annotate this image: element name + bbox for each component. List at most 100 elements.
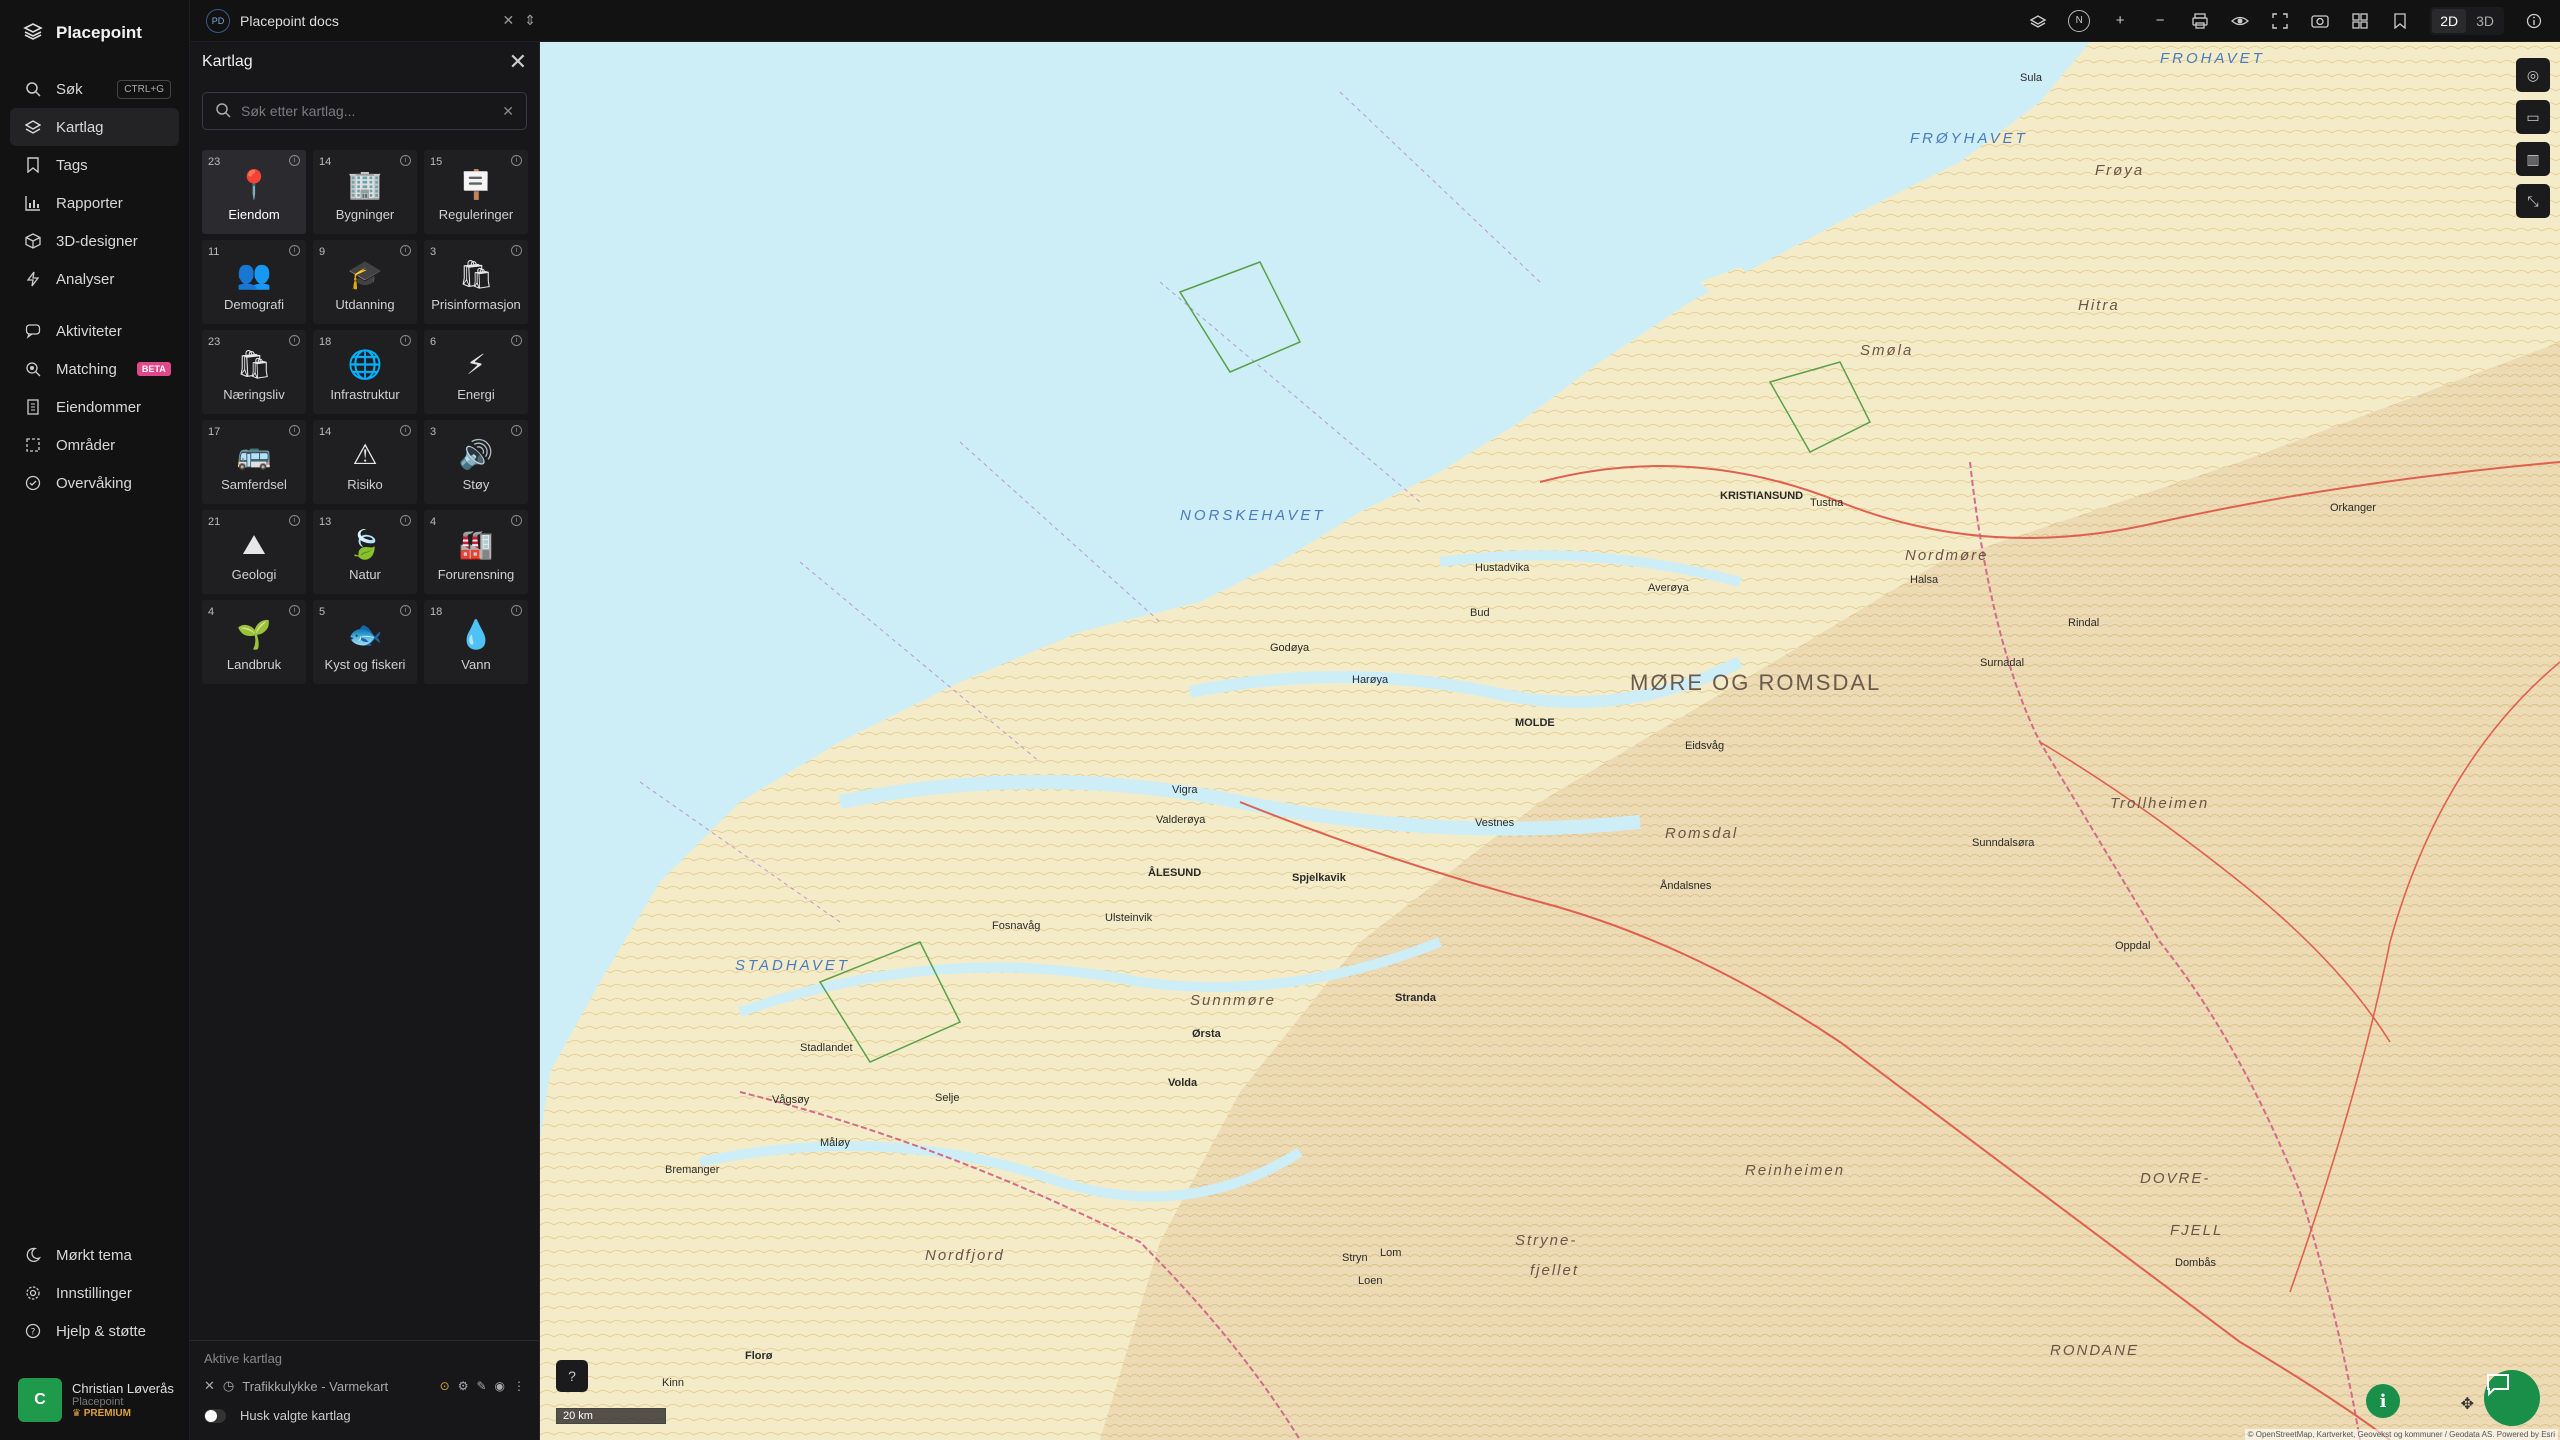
move-icon[interactable]: ✥ (2461, 1394, 2474, 1414)
region-label: MØRE OG ROMSDAL (1630, 670, 1882, 695)
view-2d-button[interactable]: 2D (2432, 8, 2467, 33)
layer-tile-prisinformasjon[interactable]: 3 i 🛍 Prisinformasjon (424, 240, 528, 324)
layer-tile-samferdsel[interactable]: 17 i 🚌 Samferdsel (202, 420, 306, 504)
nav-item-overvaking[interactable]: Overvåking (10, 464, 179, 502)
layers-stack-icon[interactable] (2028, 11, 2048, 31)
more-icon[interactable]: ⋮ (513, 1379, 525, 1393)
remember-toggle[interactable] (204, 1408, 226, 1423)
map-canvas[interactable]: FRØYHAVET FROHAVET NORSKEHAVET STADHAVET… (540, 42, 2560, 1440)
place-label: Lom (1380, 1247, 1402, 1259)
info-icon[interactable]: i (511, 245, 522, 256)
info-icon[interactable]: i (400, 515, 411, 526)
settings-icon[interactable]: ⚙ (458, 1379, 469, 1393)
chevron-updown-icon[interactable]: ⇕ (524, 12, 536, 29)
info-icon[interactable]: i (400, 605, 411, 616)
user-info: Christian Løverås Placepoint ♛ PREMIUM (72, 1381, 174, 1419)
map-help-button[interactable]: ? (556, 1360, 588, 1392)
layer-tile-vann[interactable]: 18 i 💧 Vann (424, 600, 528, 684)
compass-button[interactable]: N (2068, 9, 2091, 32)
bookmark-icon[interactable] (2390, 11, 2410, 31)
layer-label: Utdanning (335, 297, 395, 312)
route-icon[interactable]: ⤡ (2516, 184, 2550, 218)
layer-search-input[interactable] (241, 103, 493, 119)
layer-tile-demografi[interactable]: 11 i 👥 Demografi (202, 240, 306, 324)
nav-item-kartlag[interactable]: Kartlag (10, 108, 179, 146)
document-selector[interactable]: PD Placepoint docs ✕ ⇕ (206, 8, 536, 33)
layer-tile-støy[interactable]: 3 i 🔊 Støy (424, 420, 528, 504)
category-icon: 💧 (458, 619, 494, 650)
view-3d-button[interactable]: 3D (2468, 9, 2502, 33)
place-label: Stadlandet (800, 1042, 853, 1054)
brand[interactable]: Placepoint (0, 0, 189, 66)
print-icon[interactable] (2190, 11, 2210, 31)
info-icon[interactable]: i (511, 155, 522, 166)
layer-tile-reguleringer[interactable]: 15 i 🪧 Reguleringer (424, 150, 528, 234)
info-icon[interactable]: i (289, 245, 300, 256)
grid-icon[interactable] (2350, 11, 2370, 31)
edit-icon[interactable]: ✎ (476, 1379, 486, 1393)
active-layer-row[interactable]: ✕ ◷ Trafikkulykke - Varmekart ⊙ ⚙ ✎ ◉ ⋮ (204, 1374, 525, 1398)
nav-item-search[interactable]: Søk CTRL+G (10, 70, 179, 108)
info-icon[interactable]: i (289, 605, 300, 616)
info-icon[interactable]: i (511, 605, 522, 616)
nav-item-3d-designer[interactable]: 3D-designer (10, 222, 179, 260)
eye-icon[interactable] (2230, 11, 2250, 31)
nav-item-aktiviteter[interactable]: Aktiviteter (10, 312, 179, 350)
visibility-icon[interactable]: ◉ (495, 1379, 505, 1393)
search-icon (215, 102, 231, 121)
info-icon[interactable]: i (289, 155, 300, 166)
info-icon[interactable]: i (400, 155, 411, 166)
info-icon[interactable] (2524, 11, 2544, 31)
chart-icon[interactable]: ▥ (2516, 142, 2550, 176)
nav-item-dark-theme[interactable]: Mørkt tema (10, 1236, 179, 1274)
layer-tile-landbruk[interactable]: 4 i 🌱 Landbruk (202, 600, 306, 684)
info-icon[interactable]: i (400, 245, 411, 256)
info-icon[interactable]: i (289, 515, 300, 526)
layer-tile-næringsliv[interactable]: 23 i 🛍 Næringsliv (202, 330, 306, 414)
nav-item-omrader[interactable]: Områder (10, 426, 179, 464)
info-icon[interactable]: i (511, 515, 522, 526)
info-icon[interactable]: i (289, 335, 300, 346)
close-panel-icon[interactable]: ✕ (509, 49, 527, 75)
nav-item-help[interactable]: ? Hjelp & støtte (10, 1312, 179, 1350)
layer-tile-natur[interactable]: 13 i 🍃 Natur (313, 510, 417, 594)
info-icon[interactable]: i (511, 335, 522, 346)
layer-tile-risiko[interactable]: 14 i ⚠ Risiko (313, 420, 417, 504)
nav-item-analyser[interactable]: Analyser (10, 260, 179, 298)
info-icon[interactable]: i (289, 425, 300, 436)
nav-item-matching[interactable]: Matching BETA (10, 350, 179, 388)
fullscreen-icon[interactable] (2270, 11, 2290, 31)
info-icon[interactable]: i (400, 335, 411, 346)
nav-item-eiendommer[interactable]: Eiendommer (10, 388, 179, 426)
layer-label: Bygninger (335, 207, 395, 222)
nav-item-settings[interactable]: Innstillinger (10, 1274, 179, 1312)
locate-icon[interactable]: ◎ (2516, 58, 2550, 92)
camera-icon[interactable] (2310, 11, 2330, 31)
layer-tile-geologi[interactable]: 21 i ⛰ Geologi (202, 510, 306, 594)
place-label: Surnadal (1980, 657, 2025, 669)
layer-tile-eiendom[interactable]: 23 i 📍 Eiendom (202, 150, 306, 234)
clear-search-icon[interactable]: ✕ (502, 103, 514, 120)
close-icon[interactable]: ✕ (503, 12, 515, 29)
layer-tile-kyst-og-fiskeri[interactable]: 5 i 🐟 Kyst og fiskeri (313, 600, 417, 684)
area-label: fjellet (1530, 1262, 1580, 1279)
svg-text:?: ? (31, 1328, 36, 1338)
measure-icon[interactable]: ▭ (2516, 100, 2550, 134)
layer-tile-energi[interactable]: 6 i ⚡ Energi (424, 330, 528, 414)
nav-item-tags[interactable]: Tags (10, 146, 179, 184)
zoom-out-icon[interactable]: − (2150, 11, 2170, 31)
layer-tile-forurensning[interactable]: 4 i 🏭 Forurensning (424, 510, 528, 594)
user-profile[interactable]: C Christian Løverås Placepoint ♛ PREMIUM (18, 1378, 174, 1422)
layer-tile-infrastruktur[interactable]: 18 i 🌐 Infrastruktur (313, 330, 417, 414)
info-button[interactable]: i (2366, 1384, 2400, 1418)
zoom-in-icon[interactable]: + (2110, 11, 2130, 31)
chat-button[interactable] (2484, 1370, 2540, 1426)
layer-tile-utdanning[interactable]: 9 i 🎓 Utdanning (313, 240, 417, 324)
info-icon[interactable]: i (511, 425, 522, 436)
nav-item-rapporter[interactable]: Rapporter (10, 184, 179, 222)
remove-layer-icon[interactable]: ✕ (204, 1378, 215, 1394)
layer-label: Natur (349, 567, 381, 582)
gear-icon (24, 1284, 42, 1302)
layer-tile-bygninger[interactable]: 14 i 🏢 Bygninger (313, 150, 417, 234)
info-icon[interactable]: i (400, 425, 411, 436)
